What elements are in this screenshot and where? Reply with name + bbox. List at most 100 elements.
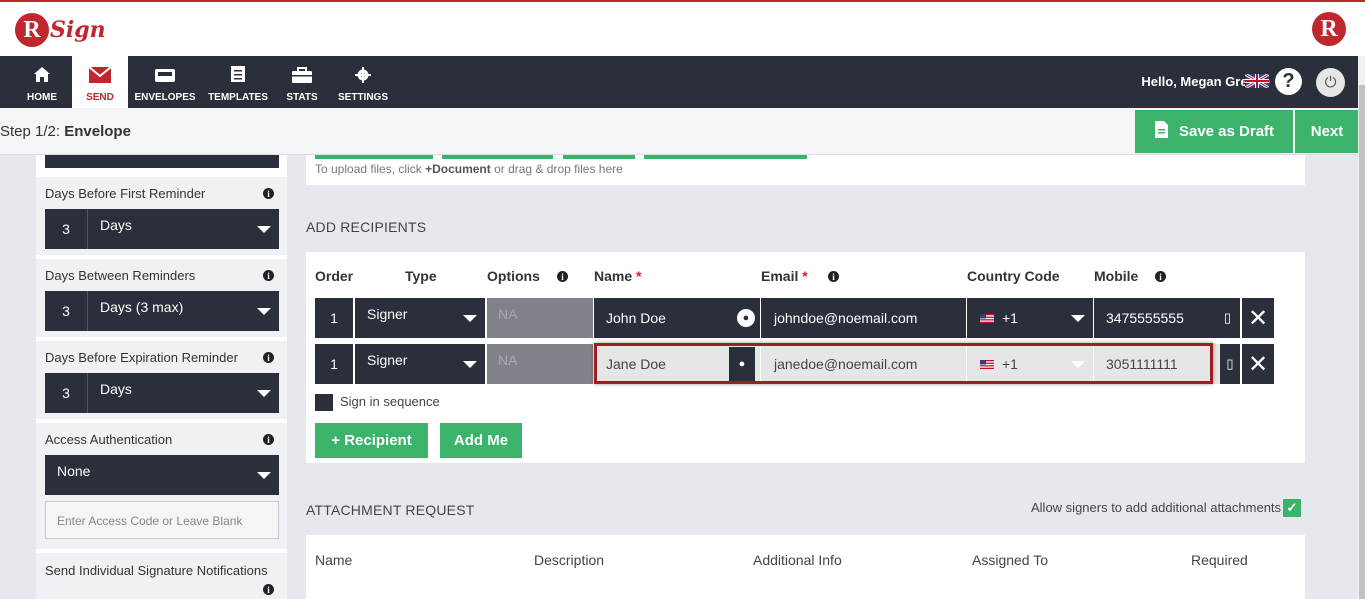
- info-icon[interactable]: i: [828, 271, 839, 282]
- nav-stats-label: STATS: [286, 92, 318, 103]
- next-button[interactable]: Next: [1295, 110, 1359, 153]
- access-code-input[interactable]: Enter Access Code or Leave Blank: [45, 501, 279, 539]
- chevron-down-icon: [257, 390, 271, 397]
- info-icon[interactable]: i: [263, 434, 274, 445]
- remove-recipient-button[interactable]: ✕: [1242, 298, 1274, 338]
- uk-flag-icon[interactable]: [1244, 72, 1270, 91]
- us-flag-icon: [980, 313, 994, 323]
- upload-button-edge[interactable]: [442, 155, 553, 159]
- step-prefix: Step 1/2:: [0, 123, 61, 140]
- upload-button-edge[interactable]: [563, 155, 635, 159]
- col-order: Order: [315, 268, 354, 284]
- info-icon[interactable]: i: [263, 188, 274, 199]
- type-select[interactable]: Signer: [355, 298, 485, 338]
- upload-hint-before: To upload files, click: [315, 162, 426, 176]
- nav-send[interactable]: SEND: [72, 56, 128, 108]
- nav-home[interactable]: HOME: [20, 56, 64, 108]
- sign-in-sequence-label: Sign in sequence: [340, 394, 440, 409]
- expiration-reminder-value[interactable]: 3: [45, 373, 88, 413]
- first-reminder-label: Days Before First Reminder: [45, 186, 206, 201]
- att-col-description: Description: [534, 552, 605, 568]
- remove-recipient-button[interactable]: ✕: [1242, 344, 1274, 384]
- expiration-reminder-unit-label: Days: [100, 381, 132, 397]
- envelope-icon: [88, 66, 112, 86]
- company-logo[interactable]: R: [1312, 12, 1346, 46]
- info-icon[interactable]: i: [263, 352, 274, 363]
- info-icon[interactable]: i: [263, 584, 274, 595]
- briefcase-icon: [292, 67, 312, 86]
- col-type: Type: [405, 268, 437, 284]
- name-input[interactable]: John Doe ●: [594, 298, 760, 338]
- mobile-input[interactable]: 3475555555 ▯: [1094, 298, 1240, 338]
- first-reminder-value[interactable]: 3: [45, 209, 88, 249]
- order-field[interactable]: 1: [315, 344, 353, 384]
- recipients-title: ADD RECIPIENTS: [306, 219, 427, 235]
- save-draft-label: Save as Draft: [1178, 123, 1275, 140]
- nav-envelopes-label: ENVELOPES: [134, 92, 196, 103]
- add-me-button[interactable]: Add Me: [440, 423, 522, 458]
- step-name: Envelope: [64, 123, 131, 140]
- nav-settings-label: SETTINGS: [338, 92, 389, 103]
- save-draft-button[interactable]: Save as Draft: [1135, 110, 1293, 153]
- nav-settings[interactable]: SETTINGS: [338, 56, 388, 108]
- country-code-value: +1: [1002, 310, 1018, 326]
- email-input[interactable]: johndoe@noemail.com: [761, 298, 966, 338]
- sign-in-sequence-checkbox[interactable]: [315, 394, 333, 411]
- expiration-reminder-select[interactable]: 3 Days: [45, 373, 279, 413]
- col-country-code: Country Code: [967, 268, 1060, 284]
- nav-stats[interactable]: STATS: [284, 56, 320, 108]
- logo-text: Sign: [50, 17, 106, 43]
- att-col-additional-info: Additional Info: [753, 552, 842, 568]
- info-icon[interactable]: i: [263, 270, 274, 281]
- add-document-link[interactable]: +Document: [425, 162, 491, 176]
- country-code-select[interactable]: +1: [967, 298, 1093, 338]
- type-select[interactable]: Signer: [355, 344, 485, 384]
- first-reminder-select[interactable]: 3 Days: [45, 209, 279, 249]
- type-value: Signer: [367, 306, 408, 322]
- nav-home-label: HOME: [27, 92, 57, 103]
- between-reminders-select[interactable]: 3 Days (3 max): [45, 291, 279, 331]
- chevron-down-icon: [1071, 315, 1085, 322]
- allow-attachments-checkbox[interactable]: ✓: [1283, 499, 1301, 517]
- access-auth-label: Access Authentication: [45, 432, 173, 447]
- between-reminders-value[interactable]: 3: [45, 291, 88, 331]
- mobile-phone-icon: ▯: [1223, 310, 1231, 325]
- first-reminder-unit[interactable]: Days: [88, 209, 279, 249]
- col-name-label: Name: [594, 268, 633, 284]
- upload-hint-after: or drag & drop files here: [490, 162, 623, 176]
- contact-picker-icon[interactable]: ●: [737, 309, 755, 327]
- order-field[interactable]: 1: [315, 298, 353, 338]
- upload-button-edge[interactable]: [644, 155, 807, 159]
- att-col-name: Name: [315, 552, 353, 568]
- access-auth-value[interactable]: None: [45, 455, 279, 495]
- recipient-row: 1 Signer NA John Doe ● johndoe@noemail.co…: [315, 298, 1274, 338]
- required-mark: *: [636, 268, 642, 284]
- info-icon[interactable]: i: [557, 271, 568, 282]
- between-reminders-unit[interactable]: Days (3 max): [88, 291, 279, 331]
- nav-templates[interactable]: TEMPLATES: [208, 56, 268, 108]
- rsign-logo[interactable]: R Sign: [15, 10, 106, 50]
- highlight-annotation: [594, 343, 1213, 384]
- att-col-assigned-to: Assigned To: [972, 552, 1049, 568]
- brand-bar: R Sign R: [0, 0, 1365, 56]
- step-indicator: Step 1/2: Envelope: [0, 123, 131, 140]
- mobile-phone-icon[interactable]: ▯: [1220, 344, 1240, 384]
- home-icon: [33, 66, 51, 86]
- help-icon[interactable]: ?: [1275, 68, 1302, 95]
- upload-button-edge[interactable]: [315, 155, 433, 159]
- logo-letter: R: [15, 13, 49, 47]
- info-icon[interactable]: i: [1155, 271, 1166, 282]
- inbox-icon: [154, 67, 176, 86]
- expiration-reminder-label: Days Before Expiration Reminder: [45, 350, 238, 365]
- logout-icon[interactable]: ⏻: [1316, 68, 1345, 97]
- nav-envelopes[interactable]: ENVELOPES: [134, 56, 196, 108]
- chevron-down-icon: [257, 226, 271, 233]
- add-recipient-button[interactable]: + Recipient: [315, 423, 428, 458]
- att-col-required: Required: [1191, 552, 1248, 568]
- nav-send-label: SEND: [86, 92, 114, 103]
- previous-setting-select[interactable]: [45, 155, 279, 168]
- attachment-title: ATTACHMENT REQUEST: [306, 502, 475, 518]
- scrollbar-thumb[interactable]: [1359, 85, 1365, 599]
- expiration-reminder-unit[interactable]: Days: [88, 373, 279, 413]
- access-auth-select[interactable]: None: [45, 455, 279, 495]
